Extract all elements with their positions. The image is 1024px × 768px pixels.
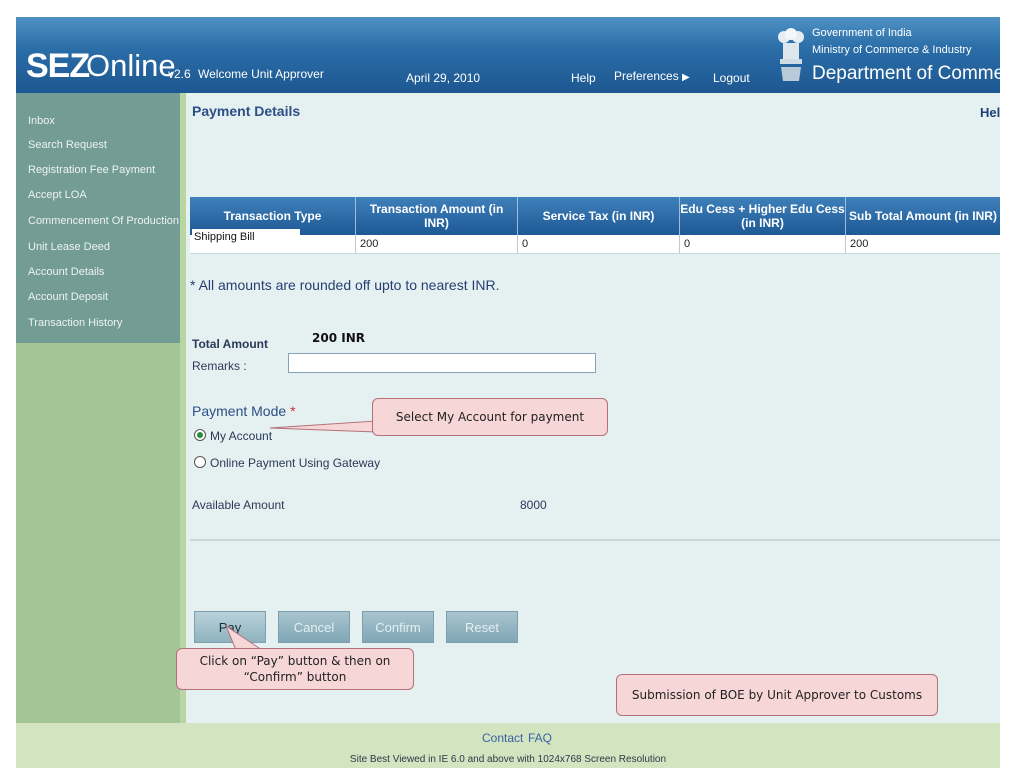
radio-online-payment[interactable] bbox=[194, 456, 206, 468]
preferences-label: Preferences bbox=[614, 69, 679, 83]
column-header-service-tax: Service Tax (in INR) bbox=[518, 197, 680, 235]
sidebar-item-account-details[interactable]: Account Details bbox=[28, 266, 104, 278]
footer-note: Site Best Viewed in IE 6.0 and above wit… bbox=[349, 754, 667, 765]
column-header-edu-cess: Edu Cess + Higher Edu Cess (in INR) bbox=[680, 197, 846, 235]
available-amount-value: 8000 bbox=[520, 498, 547, 512]
cancel-button[interactable]: Cancel bbox=[278, 611, 350, 643]
content-help-link[interactable]: Hel bbox=[980, 105, 1000, 120]
contact-link[interactable]: Contact bbox=[482, 731, 523, 745]
logo-sez: SEZ bbox=[26, 47, 90, 85]
gov-department: Department of Commerce bbox=[812, 63, 1000, 84]
online-payment-label[interactable]: Online Payment Using Gateway bbox=[210, 456, 380, 470]
logo-online: Online bbox=[86, 48, 176, 83]
page-title: Payment Details bbox=[192, 103, 301, 119]
column-header-sub-total: Sub Total Amount (in INR) bbox=[849, 209, 997, 223]
date-text: April 29, 2010 bbox=[406, 71, 481, 85]
help-link[interactable]: Help bbox=[571, 71, 596, 85]
footer: Contact FAQ Site Best Viewed in IE 6.0 a… bbox=[16, 723, 1000, 768]
sidebar-filler bbox=[16, 343, 180, 723]
payment-mode-text: Payment Mode bbox=[192, 403, 287, 419]
sidebar-item-unit-lease-deed[interactable]: Unit Lease Deed bbox=[28, 241, 110, 253]
faq-link[interactable]: FAQ bbox=[528, 731, 552, 745]
radio-my-account[interactable] bbox=[194, 429, 206, 441]
national-emblem-icon bbox=[778, 28, 804, 81]
remarks-label: Remarks : bbox=[192, 359, 247, 373]
cell-service-tax: 0 bbox=[518, 235, 680, 253]
sidebar-item-commencement-of-production[interactable]: Commencement Of Production bbox=[28, 215, 179, 227]
sidebar-item-accept-loa[interactable]: Accept LOA bbox=[28, 189, 87, 201]
sidebar-item-registration-fee-payment[interactable]: Registration Fee Payment bbox=[28, 164, 155, 176]
welcome-text: Welcome Unit Approver bbox=[198, 67, 324, 81]
app-frame: SEZ Online v2.6 Welcome Unit Approver Ap… bbox=[16, 17, 1000, 768]
table-row: 200 0 0 200 bbox=[190, 235, 1000, 254]
gov-line-2: Ministry of Commerce & Industry bbox=[812, 44, 972, 56]
callout-click-pay: Click on “Pay” button & then on “Confirm… bbox=[176, 648, 414, 690]
total-amount-label: Total Amount bbox=[192, 337, 268, 351]
sidebar-item-search-request[interactable]: Search Request bbox=[28, 139, 107, 151]
confirm-button[interactable]: Confirm bbox=[362, 611, 434, 643]
total-amount-value: 200 INR bbox=[312, 331, 365, 345]
caret-right-icon: ▶ bbox=[682, 72, 690, 83]
header-bar: SEZ Online v2.6 Welcome Unit Approver Ap… bbox=[16, 17, 1000, 93]
required-indicator: * bbox=[290, 403, 296, 419]
rounding-note: * All amounts are rounded off upto to ne… bbox=[190, 277, 500, 293]
pay-button[interactable]: Pay bbox=[194, 611, 266, 643]
section-divider bbox=[190, 539, 1000, 541]
logout-link[interactable]: Logout bbox=[713, 71, 750, 85]
callout-submission: Submission of BOE by Unit Approver to Cu… bbox=[616, 674, 938, 716]
sidebar-nav: Inbox Search Request Registration Fee Pa… bbox=[16, 93, 180, 343]
sidebar-item-account-deposit[interactable]: Account Deposit bbox=[28, 291, 108, 303]
reset-button[interactable]: Reset bbox=[446, 611, 518, 643]
table-header: Transaction Type Transaction Amount (in … bbox=[190, 197, 1000, 235]
payment-mode-label: Payment Mode * bbox=[192, 403, 296, 419]
available-amount-label: Available Amount bbox=[192, 498, 285, 512]
preferences-menu[interactable]: Preferences ▶ bbox=[614, 69, 690, 83]
remarks-input[interactable] bbox=[288, 353, 596, 373]
column-header-transaction-amount: Transaction Amount (in INR) bbox=[356, 197, 518, 235]
callout-select-account: Select My Account for payment bbox=[372, 398, 608, 436]
shipping-bill-label: Shipping Bill bbox=[192, 229, 300, 245]
my-account-label[interactable]: My Account bbox=[210, 429, 272, 443]
cell-edu-cess: 0 bbox=[680, 235, 846, 253]
cell-transaction-amount: 200 bbox=[356, 235, 518, 253]
sidebar-item-transaction-history[interactable]: Transaction History bbox=[28, 317, 122, 329]
version-label: v2.6 bbox=[168, 67, 191, 81]
cell-sub-total: 200 bbox=[850, 238, 869, 250]
sidebar-item-inbox[interactable]: Inbox bbox=[28, 115, 55, 127]
gov-line-1: Government of India bbox=[812, 27, 912, 39]
